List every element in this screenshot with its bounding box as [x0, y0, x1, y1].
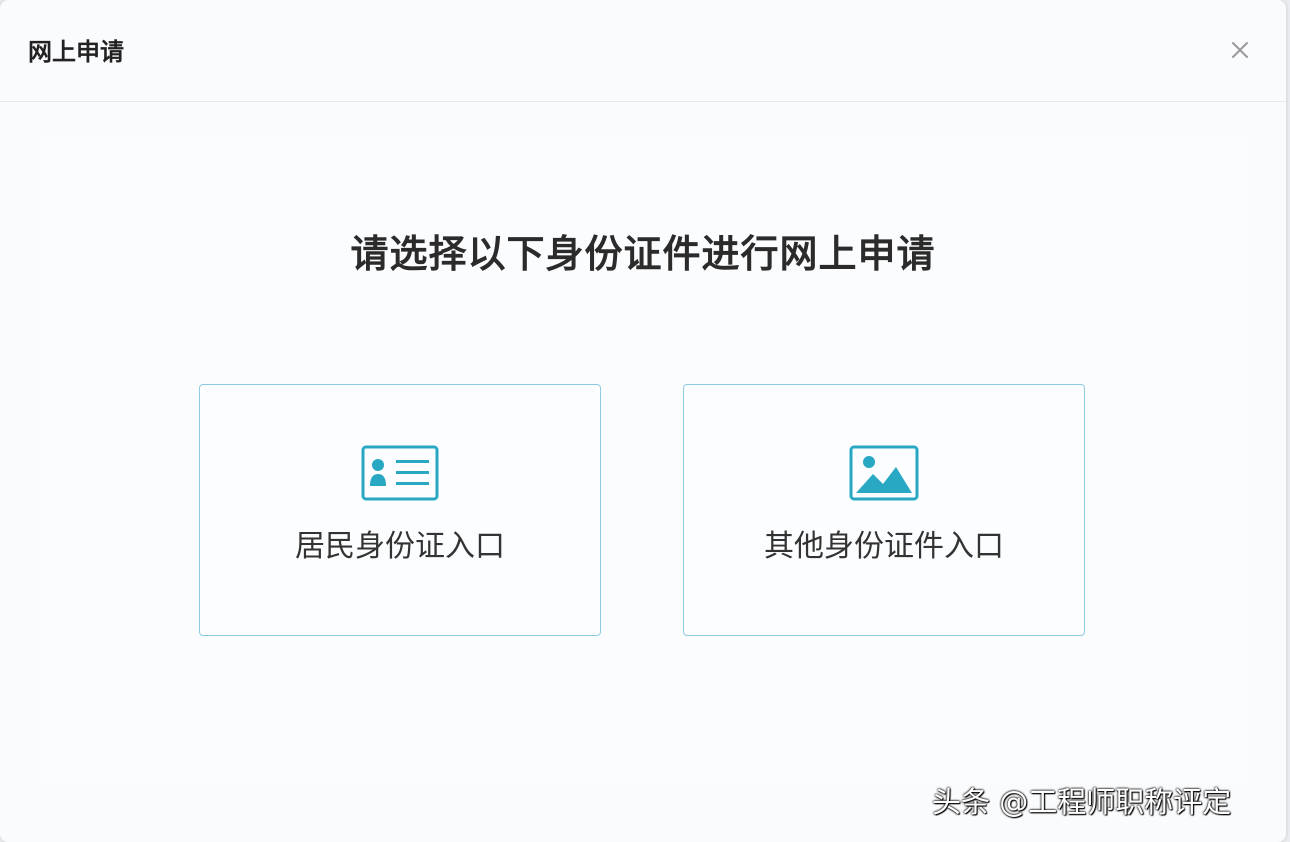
close-icon[interactable]: [1224, 34, 1256, 66]
close-button[interactable]: [1224, 34, 1256, 66]
resident-id-entry-label: 居民身份证入口: [295, 529, 505, 564]
watermark: 头条 @工程师职称评定: [932, 785, 1232, 819]
online-application-dialog: 网上申请 请选择以下身份证件进行网上申请 居民身份证入口 其他身份证件入口: [0, 0, 1286, 842]
dialog-header: 网上申请: [0, 0, 1286, 102]
resident-id-entry-card[interactable]: 居民身份证入口: [199, 384, 601, 636]
other-id-entry-label: 其他身份证件入口: [764, 529, 1004, 564]
other-id-entry-card[interactable]: 其他身份证件入口: [683, 384, 1085, 636]
dialog-title: 网上申请: [28, 38, 124, 66]
page-heading: 请选择以下身份证件进行网上申请: [350, 232, 936, 276]
image-icon: [849, 445, 919, 501]
id-card-icon: [361, 445, 439, 501]
